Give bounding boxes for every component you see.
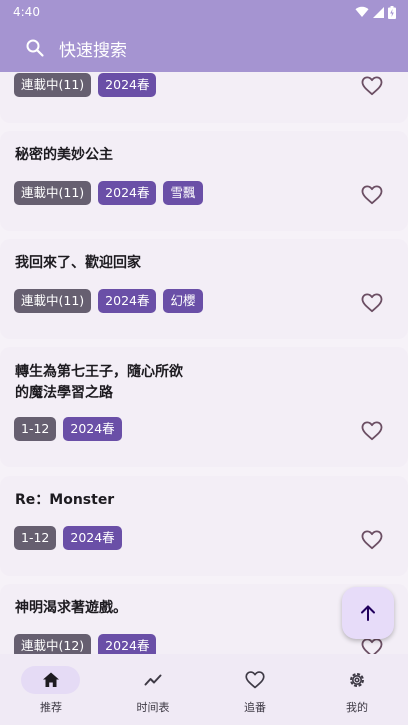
anime-card[interactable]: Re：Monster 1-12 2024春: [0, 476, 408, 576]
gear-icon: [350, 673, 364, 687]
tag-row: 連載中(12) 2024春: [14, 634, 157, 654]
season-tag: 2024春: [98, 289, 157, 313]
season-tag: 2024春: [98, 181, 157, 205]
app-header: 4:40 快速搜索: [0, 0, 408, 72]
nav-item-following[interactable]: 追番: [204, 654, 306, 725]
nav-label: 推荐: [40, 701, 62, 714]
search-bar[interactable]: 快速搜索: [0, 24, 408, 72]
tag-row: 1-12 2024春: [14, 526, 122, 550]
status-tag: 連載中(12): [14, 634, 92, 654]
anime-card[interactable]: 我回來了、歡迎回家 連載中(11) 2024春 幻櫻: [0, 239, 408, 339]
search-icon[interactable]: [25, 38, 45, 58]
favorite-heart-icon[interactable]: [361, 421, 383, 441]
status-time: 4:40: [13, 5, 40, 19]
anime-title-line-2: 的魔法學習之路: [15, 385, 113, 401]
scroll-to-top-button[interactable]: [342, 587, 394, 639]
tag-row: 1-12 2024春: [14, 417, 122, 441]
home-icon: [43, 672, 59, 687]
status-tag: 連載中(11): [14, 289, 92, 313]
tag-row: 連載中(11) 2024春 幻櫻: [14, 289, 203, 313]
nav-item-recommend[interactable]: 推荐: [0, 654, 102, 725]
subgroup-tag: 幻櫻: [163, 289, 203, 313]
anime-title: Re：Monster: [15, 492, 115, 508]
nav-item-mine[interactable]: 我的: [306, 654, 408, 725]
season-tag: 2024春: [98, 73, 157, 97]
heart-icon: [245, 671, 265, 689]
nav-label: 追番: [244, 701, 266, 714]
tag-row: 連載中(11) 2024春 雪飄: [14, 181, 203, 205]
anime-title-line-1: 轉生為第七王子，隨心所欲: [15, 364, 183, 380]
season-tag: 2024春: [63, 417, 122, 441]
anime-title: 秘密的美妙公主: [15, 147, 113, 163]
episode-tag: 1-12: [14, 526, 57, 550]
anime-title: 我回來了、歡迎回家: [15, 255, 141, 271]
search-input[interactable]: 快速搜索: [59, 36, 127, 61]
anime-card[interactable]: 連載中(11) 2024春: [0, 72, 408, 123]
status-bar: 4:40: [0, 0, 408, 24]
wifi-icon: [355, 6, 369, 18]
anime-card[interactable]: 轉生為第七王子，隨心所欲 的魔法學習之路 1-12 2024春: [0, 347, 408, 467]
status-tag: 連載中(11): [14, 181, 92, 205]
anime-card[interactable]: 秘密的美妙公主 連載中(11) 2024春 雪飄: [0, 131, 408, 231]
bottom-navigation: 推荐 时间表 追番 我的: [0, 654, 408, 725]
season-tag: 2024春: [63, 526, 122, 550]
season-tag: 2024春: [98, 634, 157, 654]
nav-item-schedule[interactable]: 时间表: [102, 654, 204, 725]
tag-row: 連載中(11) 2024春: [14, 73, 157, 97]
favorite-heart-icon[interactable]: [361, 293, 383, 313]
episode-tag: 1-12: [14, 417, 57, 441]
favorite-heart-icon[interactable]: [361, 185, 383, 205]
signal-icon: [373, 6, 384, 18]
anime-title: 神明渴求著遊戲。: [15, 600, 127, 616]
subgroup-tag: 雪飄: [163, 181, 203, 205]
arrow-up-icon: [361, 605, 375, 621]
anime-list[interactable]: 連載中(11) 2024春 秘密的美妙公主 連載中(11) 2024春 雪飄 我…: [0, 72, 408, 654]
status-tag: 連載中(11): [14, 73, 92, 97]
trend-icon: [144, 674, 162, 686]
favorite-heart-icon[interactable]: [361, 530, 383, 550]
favorite-heart-icon[interactable]: [361, 76, 383, 96]
battery-icon: [388, 5, 396, 19]
favorite-heart-icon[interactable]: [361, 638, 383, 654]
nav-label: 我的: [346, 701, 368, 714]
status-icons: [355, 5, 396, 19]
nav-label: 时间表: [136, 701, 170, 714]
